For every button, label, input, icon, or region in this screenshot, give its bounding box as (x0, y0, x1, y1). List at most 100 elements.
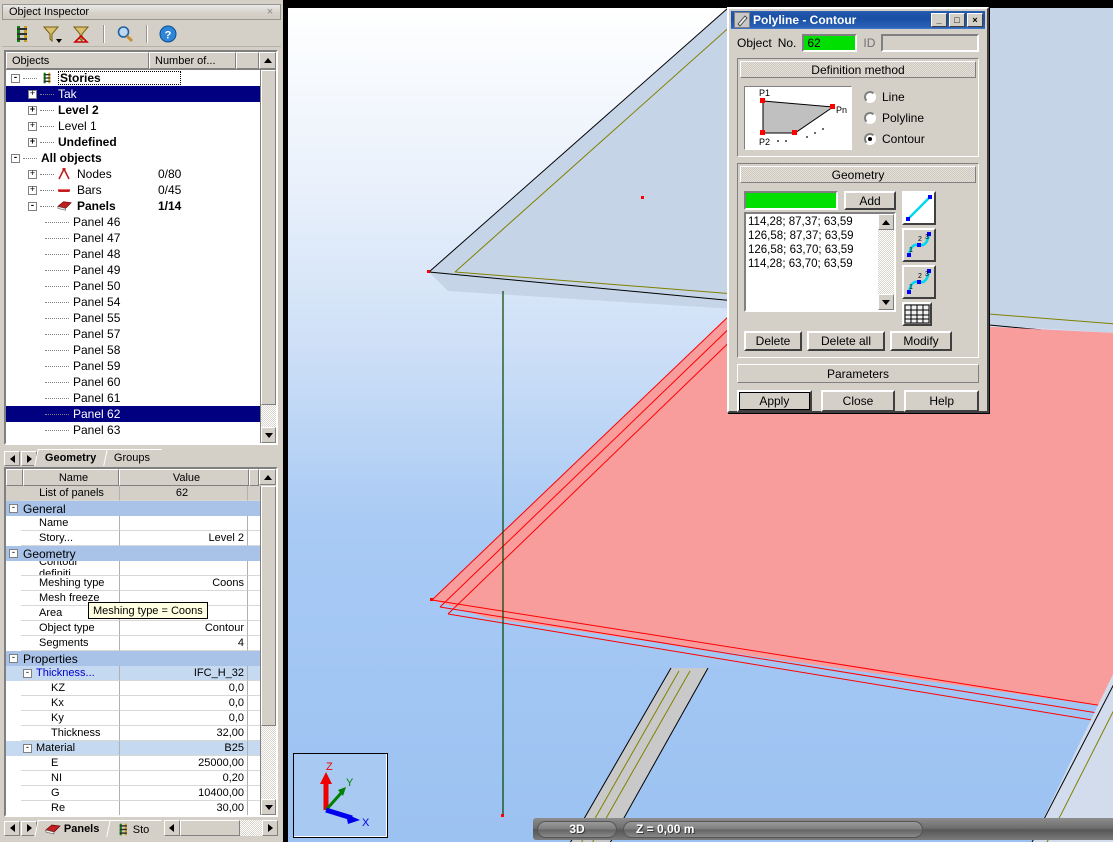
tree-expander[interactable]: + (28, 89, 37, 99)
radio-line[interactable]: Line (864, 86, 925, 107)
geometry-coordinate-input[interactable] (744, 191, 838, 210)
properties-column-name[interactable]: Name (23, 469, 119, 486)
properties-row-list[interactable]: List of panels 62- General Name Story... Leve… (6, 486, 260, 815)
add-button[interactable]: Add (844, 191, 896, 210)
tree-column-number[interactable]: Number of... (149, 52, 236, 69)
tree-node[interactable]: + Tak (6, 86, 260, 102)
help-icon[interactable]: ? (154, 23, 182, 45)
close-button[interactable]: Close (820, 390, 896, 412)
properties-body[interactable]: List of panels 62- General Name Story... Leve… (6, 486, 276, 815)
tree-node[interactable]: Panel 55 (6, 310, 260, 326)
section-expander[interactable]: - (6, 654, 21, 663)
property-row[interactable]: - Properties (6, 651, 260, 666)
table-tool-icon[interactable] (902, 302, 932, 326)
tree-node[interactable]: Panel 50 (6, 278, 260, 294)
tree-node[interactable]: + Level 1 (6, 118, 260, 134)
tree-node[interactable]: Panel 47 (6, 230, 260, 246)
dialog-close-button[interactable]: × (967, 13, 983, 27)
properties-scroll-down-button[interactable] (261, 799, 276, 815)
radio-polyline[interactable]: Polyline (864, 107, 925, 128)
property-row[interactable]: Ky 0,0 (6, 711, 260, 726)
property-row[interactable]: Name (6, 516, 260, 531)
property-row[interactable]: G 10400,00 (6, 786, 260, 801)
tab-stories[interactable]: Sto (106, 819, 162, 837)
properties-column-value[interactable]: Value (119, 469, 249, 486)
tree-expander[interactable]: + (28, 105, 37, 115)
tree-column-objects[interactable]: Objects (6, 52, 149, 69)
polyline-contour-dialog[interactable]: Polyline - Contour _ □ × Object No. 62 I… (727, 7, 989, 413)
tree-node[interactable]: - All objects (6, 150, 260, 166)
coordinate-item[interactable]: 114,28; 63,70; 63,59 (748, 257, 878, 271)
tree-node[interactable]: Panel 57 (6, 326, 260, 342)
property-row[interactable]: Meshing type Coons (6, 576, 260, 591)
bottom-tab-scroll-left-button[interactable] (4, 820, 20, 836)
tree-node[interactable]: + Bars 0/45 (6, 182, 260, 198)
inspector-title-bar[interactable]: Object Inspector × (2, 4, 281, 20)
coordinate-list[interactable]: 114,28; 87,37; 63,59 126,58; 87,37; 63,59… (744, 212, 896, 312)
hscroll-thumb[interactable] (179, 820, 240, 836)
hscroll-track[interactable] (179, 820, 262, 836)
tab-groups[interactable]: Groups (103, 449, 163, 466)
tab-panels[interactable]: Panels (34, 819, 113, 837)
line-tool-icon[interactable] (902, 191, 936, 225)
properties-scrollbar-thumb[interactable] (261, 486, 276, 726)
stories-icon[interactable] (8, 23, 36, 45)
tab-geometry[interactable]: Geometry (34, 449, 110, 466)
coordinate-item[interactable]: 114,28; 87,37; 63,59 (748, 215, 878, 229)
help-button[interactable]: Help (904, 390, 980, 412)
viewport-canvas[interactable]: Z Y X 3D Z = 0,00 m (288, 8, 1113, 842)
tab-scroll-left-button[interactable] (4, 451, 20, 466)
tree-node[interactable]: - Stories (6, 70, 260, 86)
coord-scroll-up-button[interactable] (878, 214, 894, 230)
coordinate-item[interactable]: 126,58; 63,70; 63,59 (748, 243, 878, 257)
property-row[interactable]: Contour definiti... (6, 561, 260, 576)
tree-node[interactable]: Panel 46 (6, 214, 260, 230)
object-id-input[interactable] (881, 34, 979, 52)
delete-all-button[interactable]: Delete all (807, 331, 885, 351)
parameters-button[interactable]: Parameters (737, 364, 979, 383)
tree-node[interactable]: Panel 63 (6, 422, 260, 438)
tree-node[interactable]: Panel 58 (6, 342, 260, 358)
tree-node[interactable]: Panel 54 (6, 294, 260, 310)
property-row[interactable]: Story... Level 2 (6, 531, 260, 546)
radio-contour[interactable]: Contour (864, 128, 925, 149)
property-row[interactable]: - Thickness... IFC_H_32 (6, 666, 260, 681)
search-icon[interactable] (111, 23, 139, 45)
tree-scroll-down-button[interactable] (261, 427, 276, 443)
tree-expander[interactable]: - (11, 153, 20, 163)
properties-horizontal-scrollbar[interactable] (163, 820, 278, 836)
tree-node[interactable]: Panel 48 (6, 246, 260, 262)
hscroll-right-button[interactable] (262, 820, 278, 836)
radio-polyline-icon[interactable] (864, 111, 876, 124)
properties-scroll-up-button[interactable] (259, 469, 276, 485)
property-expander[interactable]: - (23, 743, 32, 753)
radio-line-icon[interactable] (864, 90, 876, 103)
tree-node[interactable]: Panel 60 (6, 374, 260, 390)
coord-scrollbar-track[interactable] (878, 230, 894, 294)
filter-icon[interactable] (38, 23, 66, 45)
tree-node-list[interactable]: - Stories + Tak + Level 2 + Level 1 + Undefined - A… (6, 70, 260, 443)
radio-contour-icon[interactable] (864, 132, 876, 145)
hscroll-left-button[interactable] (163, 820, 180, 836)
coord-scroll-down-button[interactable] (878, 294, 894, 310)
tree-node[interactable]: Panel 59 (6, 358, 260, 374)
properties-vertical-scrollbar[interactable] (260, 486, 276, 815)
tree-body[interactable]: - Stories + Tak + Level 2 + Level 1 + Undefined - A… (6, 69, 276, 443)
tree-expander[interactable]: + (28, 121, 37, 131)
tree-node[interactable]: - Panels 1/14 (6, 198, 260, 214)
coordinate-list-scrollbar[interactable] (878, 214, 894, 310)
coordinate-item[interactable]: 126,58; 87,37; 63,59 (748, 229, 878, 243)
tree-expander[interactable]: + (28, 169, 37, 179)
property-row[interactable]: List of panels 62 (6, 486, 260, 501)
polyline-tool-icon[interactable]: 1 2 3 (902, 228, 936, 262)
property-row[interactable]: KZ 0,0 (6, 681, 260, 696)
maximize-button[interactable]: □ (949, 13, 965, 27)
properties-grid[interactable]: Name Value List of panels 62- General Name S… (4, 467, 278, 817)
section-expander[interactable]: - (6, 504, 21, 513)
tree-expander[interactable]: + (28, 137, 37, 147)
property-row[interactable]: Kx 0,0 (6, 696, 260, 711)
modify-button[interactable]: Modify (890, 331, 952, 351)
property-row[interactable]: Object type Contour (6, 621, 260, 636)
spline-tool-icon[interactable]: 1 2 3 (902, 265, 936, 299)
tree-node[interactable]: Panel 61 (6, 390, 260, 406)
